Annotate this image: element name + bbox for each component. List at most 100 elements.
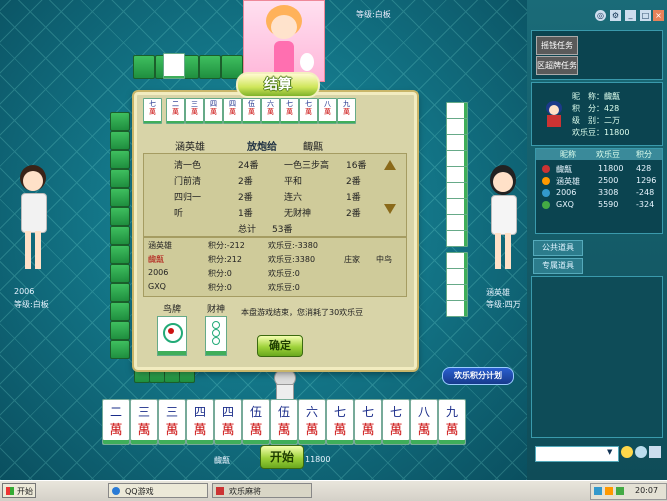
hand-tile-suit: 萬 (137, 423, 151, 438)
winning-hand-tile: 七萬 (143, 98, 162, 124)
winning-hand-tile: 六萬 (261, 98, 280, 124)
winning-hand-tile: 七萬 (280, 98, 299, 124)
winning-hand-suit: 萬 (343, 108, 350, 116)
score-beans: 欢乐豆:-3380 (268, 241, 318, 250)
right-tile (446, 118, 468, 135)
player-table-points: -248 (636, 188, 655, 197)
right-player-level: 等级:四万 (486, 300, 521, 309)
game-end-notice: 本盘游戏结束，您消耗了30欢乐豆 (241, 308, 364, 317)
right-tile (446, 166, 468, 183)
start-button-label: 开始 (269, 450, 294, 464)
scroll-up-button[interactable] (384, 160, 396, 170)
hand-tile[interactable]: 四萬 (214, 399, 242, 445)
score-role: 庄家 (344, 255, 360, 264)
plan-button[interactable]: 欢乐积分计划 (442, 367, 514, 385)
fan-name: 平和 (284, 177, 303, 187)
fan-list-box: 清一色 24番 一色三步高 16番 门前清 2番 平和 2番 四归一 2番 连六 1番听 1番 无财神 2番… (143, 153, 407, 237)
tray-icon-3[interactable] (616, 487, 624, 495)
windows-icon (6, 487, 14, 495)
hand-tile-number: 伍 (249, 405, 262, 419)
tab-public-items[interactable]: 公共道具 (533, 240, 583, 256)
fan-value: 2番 (238, 177, 253, 187)
minimize-icon[interactable]: _ (625, 10, 636, 21)
send-icon[interactable] (635, 446, 647, 458)
hand-tile[interactable]: 四萬 (186, 399, 214, 445)
quest-tile-button[interactable]: 区超牌任务 (536, 56, 578, 75)
fan-name: 连六 (284, 193, 303, 203)
caishen-tile (205, 316, 227, 356)
right-player-name: 涵英雄 (486, 288, 510, 297)
fan-value: 16番 (346, 161, 367, 171)
fan-value: 2番 (238, 193, 253, 203)
hand-tile[interactable]: 二萬 (102, 399, 130, 445)
maximize-icon[interactable]: □ (640, 10, 651, 21)
left-back-tile (110, 264, 130, 283)
hand-tile-suit: 萬 (417, 423, 431, 438)
score-name: 涵英雄 (148, 241, 172, 250)
quest-box: 摇钱任务 区超牌任务 (531, 30, 663, 80)
emoji-icon[interactable] (621, 446, 633, 458)
top-player-avatar (243, 0, 325, 82)
winning-hand-suit: 萬 (324, 108, 331, 116)
hand-tile[interactable]: 六萬 (298, 399, 326, 445)
expand-icon[interactable] (649, 446, 661, 458)
settlement-dialog: 七萬二萬三萬四萬四萬伍萬六萬七萬七萬八萬九萬 涵英雄 放炮给 齱齀 清一色 24番… (134, 92, 417, 370)
hand-tile[interactable]: 七萬 (326, 399, 354, 445)
fangpao-label: 放炮给 (247, 142, 277, 153)
player-table-name: 齱齀 (556, 165, 572, 174)
loser-name: 齱齀 (303, 142, 323, 153)
hand-tile[interactable]: 九萬 (438, 399, 466, 445)
hand-tile[interactable]: 伍萬 (242, 399, 270, 445)
start-button[interactable]: 开始 (260, 445, 304, 469)
right-tile (446, 198, 468, 215)
score-beans: 欢乐豆:0 (268, 269, 300, 278)
right-tile (446, 214, 468, 231)
winning-hand-tile: 三萬 (185, 98, 204, 124)
task-qqgame-label: QQ游戏 (125, 487, 154, 496)
winning-hand-number: 伍 (248, 100, 255, 108)
hand-tile[interactable]: 七萬 (382, 399, 410, 445)
tray-icon-2[interactable] (605, 487, 613, 495)
user-points: 积 分：428 (572, 104, 620, 113)
winning-hand-suit: 萬 (305, 108, 312, 116)
total-label: 总计 (238, 225, 257, 235)
player-icon (542, 201, 550, 209)
settings-icon[interactable]: ⚙ (610, 10, 621, 21)
close-icon[interactable]: × (653, 10, 664, 21)
tab-private-items[interactable]: 专属道具 (533, 258, 583, 274)
winning-hand-number: 四 (229, 100, 236, 108)
player-table-row[interactable]: 2006 3308 -248 (536, 187, 662, 199)
left-back-tile (110, 131, 130, 150)
hand-tile[interactable]: 八萬 (410, 399, 438, 445)
hand-tile[interactable]: 伍萬 (270, 399, 298, 445)
hand-tile-suit: 萬 (333, 423, 347, 438)
hand-tile[interactable]: 三萬 (130, 399, 158, 445)
winning-hand-number: 四 (210, 100, 217, 108)
winning-hand-number: 七 (149, 100, 156, 108)
confirm-button[interactable]: 确定 (257, 335, 303, 357)
player-table-row[interactable]: 涵英雄 2500 1296 (536, 175, 662, 187)
fan-name: 无财神 (284, 209, 312, 219)
tray-icon-1[interactable] (594, 487, 602, 495)
hand-tile-number: 七 (333, 405, 346, 419)
left-player-level: 等级:白板 (14, 300, 49, 309)
winning-hand-tile: 七萬 (299, 98, 318, 124)
right-tile (446, 284, 468, 301)
quest-money-button[interactable]: 摇钱任务 (536, 36, 578, 55)
task-mahjong[interactable]: 欢乐麻将 (212, 483, 312, 498)
player-icon (542, 189, 550, 197)
hand-tile[interactable]: 七萬 (354, 399, 382, 445)
winning-hand-number: 三 (191, 100, 198, 108)
start-menu-button[interactable]: 开始 (2, 483, 36, 498)
chat-dropdown-icon[interactable]: ▼ (607, 448, 617, 458)
scroll-down-button[interactable] (384, 204, 396, 214)
player-table-row[interactable]: 齱齀 11800 428 (536, 163, 662, 175)
task-qqgame[interactable]: QQ游戏 (108, 483, 208, 498)
player-table: 昵称 欢乐豆 积分 齱齀 11800 428 涵英雄 2500 1296 2006 3308 -… (535, 148, 663, 234)
winning-hand: 七萬二萬三萬四萬四萬伍萬六萬七萬七萬八萬九萬 (143, 98, 405, 126)
player-table-row[interactable]: GXQ 5590 -324 (536, 199, 662, 211)
hand-tile[interactable]: 三萬 (158, 399, 186, 445)
user-nick: 昵 称：齱齀 (572, 92, 620, 101)
winning-hand-number: 六 (267, 100, 274, 108)
help-icon[interactable]: ◎ (595, 10, 606, 21)
